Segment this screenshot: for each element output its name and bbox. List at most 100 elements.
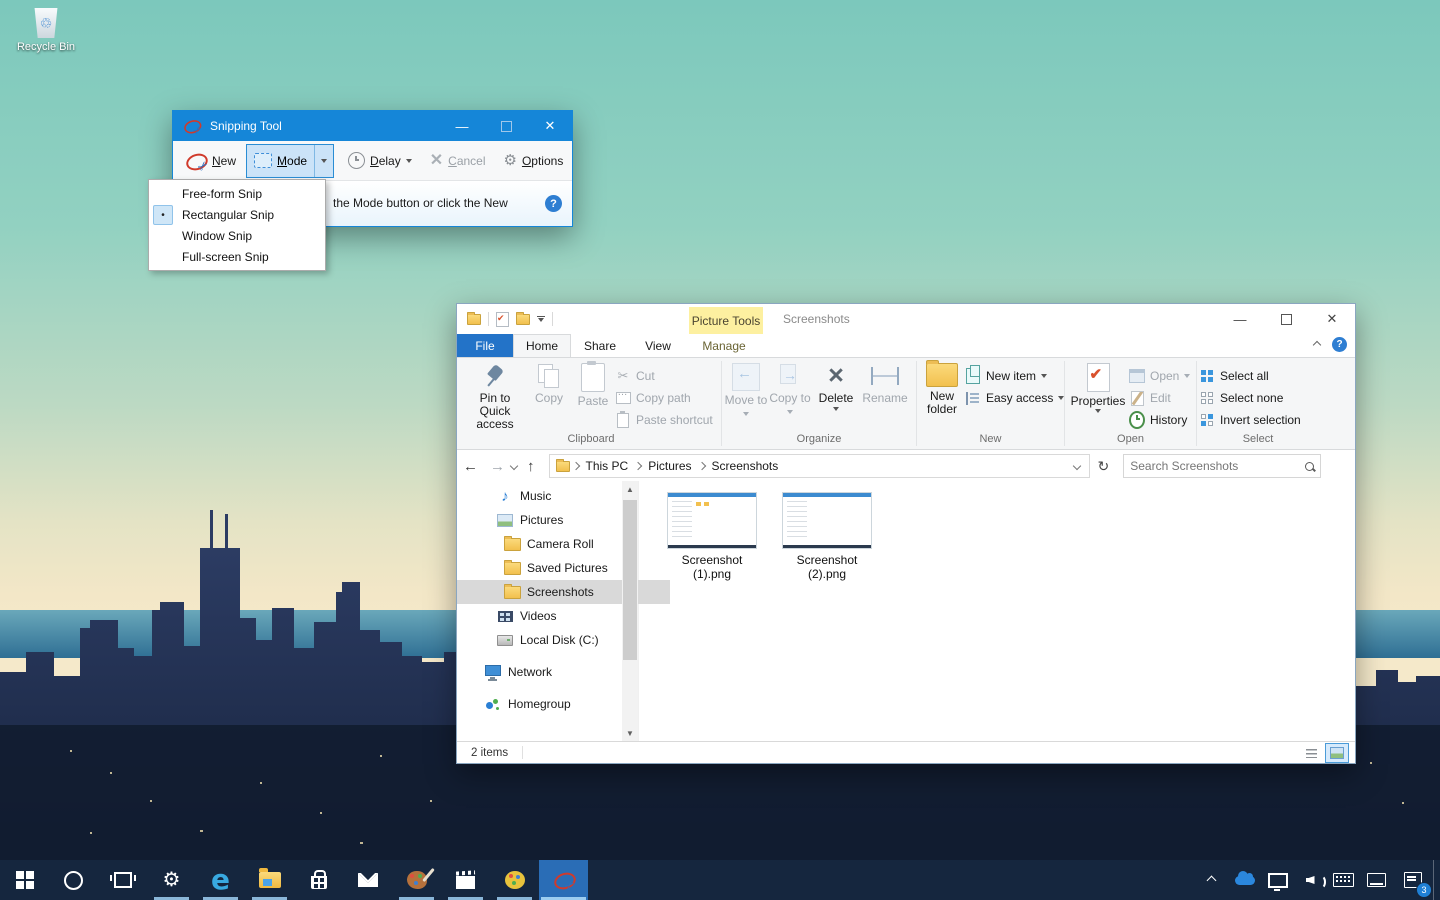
address-dropdown-icon[interactable] bbox=[1072, 462, 1080, 470]
up-button[interactable]: ↑ bbox=[527, 458, 535, 475]
menu-item-free-form-snip[interactable]: Free-form Snip bbox=[149, 183, 325, 204]
movies-tv-taskbar-button[interactable] bbox=[441, 860, 490, 900]
tray-overflow-button[interactable] bbox=[1195, 860, 1228, 900]
scrollbar-thumb[interactable] bbox=[623, 500, 637, 660]
mail-taskbar-button[interactable] bbox=[343, 860, 392, 900]
cortana-search-button[interactable] bbox=[49, 860, 98, 900]
select-all-button[interactable]: Select all bbox=[1199, 365, 1317, 387]
snipping-tool-taskbar-button[interactable] bbox=[539, 860, 588, 900]
menu-item-full-screen-snip[interactable]: Full-screen Snip bbox=[149, 246, 325, 267]
tab-file[interactable]: File bbox=[457, 334, 513, 357]
qat-newfolder-icon[interactable] bbox=[516, 314, 530, 325]
options-button[interactable]: ⚙ Options bbox=[496, 145, 572, 177]
file-item-screenshot-2[interactable]: Screenshot (2).png bbox=[779, 492, 875, 581]
recycle-bin-label: Recycle Bin bbox=[8, 41, 84, 53]
close-button[interactable]: ✕ bbox=[528, 111, 572, 141]
collapse-ribbon-icon[interactable] bbox=[1313, 340, 1321, 348]
new-folder-button[interactable]: New folder bbox=[919, 358, 965, 432]
folder-icon bbox=[504, 536, 520, 552]
tab-home[interactable]: Home bbox=[513, 334, 571, 357]
store-taskbar-button[interactable] bbox=[294, 860, 343, 900]
tab-manage[interactable]: Manage bbox=[687, 334, 761, 357]
search-box[interactable] bbox=[1123, 454, 1321, 478]
scroll-down-icon[interactable]: ▼ bbox=[622, 725, 638, 742]
delete-button[interactable]: × Delete bbox=[812, 358, 860, 432]
menu-item-window-snip[interactable]: Window Snip bbox=[149, 225, 325, 246]
task-view-button[interactable] bbox=[98, 860, 147, 900]
volume-tray-button[interactable] bbox=[1294, 860, 1327, 900]
copy-button[interactable]: Copy bbox=[527, 358, 571, 432]
refresh-icon[interactable]: ↻ bbox=[1098, 458, 1110, 475]
properties-button[interactable]: Properties bbox=[1067, 358, 1129, 432]
mode-button[interactable]: Mode bbox=[246, 144, 334, 178]
delay-button[interactable]: Delay bbox=[340, 145, 420, 177]
details-view-button[interactable] bbox=[1299, 743, 1323, 763]
close-button[interactable]: ✕ bbox=[1309, 304, 1355, 334]
onedrive-tray-button[interactable] bbox=[1228, 860, 1261, 900]
mode-dropdown-arrow[interactable] bbox=[314, 145, 333, 177]
file-list[interactable]: Screenshot (1).png Screenshot (2).png bbox=[639, 481, 1355, 742]
large-icons-view-icon bbox=[1330, 747, 1344, 759]
scroll-up-icon[interactable]: ▲ bbox=[622, 481, 638, 498]
start-button[interactable] bbox=[0, 860, 49, 900]
tab-view[interactable]: View bbox=[629, 334, 687, 357]
paste-icon bbox=[581, 363, 605, 392]
show-desktop-button[interactable] bbox=[1433, 860, 1440, 900]
settings-taskbar-button[interactable]: ⚙ bbox=[147, 860, 196, 900]
status-bar: 2 items bbox=[457, 741, 1355, 763]
cut-button[interactable]: ✂Cut bbox=[615, 365, 715, 387]
file-name: Screenshot (2).png bbox=[779, 553, 875, 581]
maximize-button[interactable] bbox=[484, 111, 528, 141]
search-icon[interactable] bbox=[1305, 462, 1314, 471]
help-icon[interactable]: ? bbox=[1332, 337, 1347, 352]
copy-to-button[interactable]: Copy to bbox=[768, 358, 812, 432]
minimize-button[interactable]: — bbox=[440, 111, 484, 141]
crumb-this-pc[interactable]: This PC bbox=[586, 459, 629, 473]
recycle-bin[interactable]: ♲ Recycle Bin bbox=[8, 8, 84, 53]
paste-shortcut-icon bbox=[615, 412, 631, 428]
edit-button[interactable]: Edit bbox=[1129, 387, 1193, 409]
crumb-pictures[interactable]: Pictures bbox=[648, 459, 691, 473]
file-item-screenshot-1[interactable]: Screenshot (1).png bbox=[664, 492, 760, 581]
recent-locations-icon[interactable] bbox=[510, 462, 518, 470]
large-icons-view-button[interactable] bbox=[1325, 743, 1349, 763]
back-button[interactable]: ← bbox=[463, 458, 478, 475]
file-explorer-taskbar-button[interactable] bbox=[245, 860, 294, 900]
network-tray-button[interactable] bbox=[1261, 860, 1294, 900]
sidebar-scrollbar[interactable]: ▲ ▼ bbox=[622, 481, 638, 742]
new-item-button[interactable]: New item bbox=[965, 365, 1061, 387]
rename-button[interactable]: Rename bbox=[860, 358, 910, 432]
music-icon: ♪ bbox=[497, 488, 513, 504]
cancel-button[interactable]: ✕ Cancel bbox=[422, 145, 494, 177]
tab-share[interactable]: Share bbox=[571, 334, 629, 357]
move-to-button[interactable]: Move to bbox=[724, 358, 768, 432]
qat-properties-icon[interactable] bbox=[496, 312, 509, 327]
edge-taskbar-button[interactable]: e bbox=[196, 860, 245, 900]
address-breadcrumb[interactable]: This PC Pictures Screenshots bbox=[549, 454, 1090, 478]
notification-badge: 3 bbox=[1416, 882, 1432, 898]
crumb-screenshots[interactable]: Screenshots bbox=[712, 459, 779, 473]
help-icon[interactable]: ? bbox=[545, 195, 562, 212]
paste-button[interactable]: Paste bbox=[571, 358, 615, 432]
copy-path-button[interactable]: Copy path bbox=[615, 387, 715, 409]
new-button[interactable]: New bbox=[177, 145, 244, 177]
qat-folder-icon[interactable] bbox=[467, 314, 481, 325]
keyboard-tray-button[interactable] bbox=[1327, 860, 1360, 900]
search-input[interactable] bbox=[1130, 459, 1305, 473]
history-button[interactable]: History bbox=[1129, 409, 1193, 431]
paint-palette-taskbar-button[interactable] bbox=[490, 860, 539, 900]
select-none-button[interactable]: Select none bbox=[1199, 387, 1317, 409]
maximize-button[interactable] bbox=[1263, 304, 1309, 334]
pin-to-quick-access-button[interactable]: Pin to Quick access bbox=[463, 358, 527, 432]
action-center-button[interactable]: 3 bbox=[1393, 860, 1433, 900]
open-button[interactable]: Open bbox=[1129, 365, 1193, 387]
menu-item-rectangular-snip[interactable]: •Rectangular Snip bbox=[149, 204, 325, 225]
invert-selection-button[interactable]: Invert selection bbox=[1199, 409, 1317, 431]
easy-access-button[interactable]: Easy access bbox=[965, 387, 1061, 409]
touchpad-tray-button[interactable] bbox=[1360, 860, 1393, 900]
qat-customize-button[interactable] bbox=[537, 316, 545, 323]
paint-taskbar-button[interactable] bbox=[392, 860, 441, 900]
paste-shortcut-button[interactable]: Paste shortcut bbox=[615, 409, 715, 431]
minimize-button[interactable]: — bbox=[1217, 304, 1263, 334]
forward-button[interactable]: → bbox=[490, 458, 505, 475]
